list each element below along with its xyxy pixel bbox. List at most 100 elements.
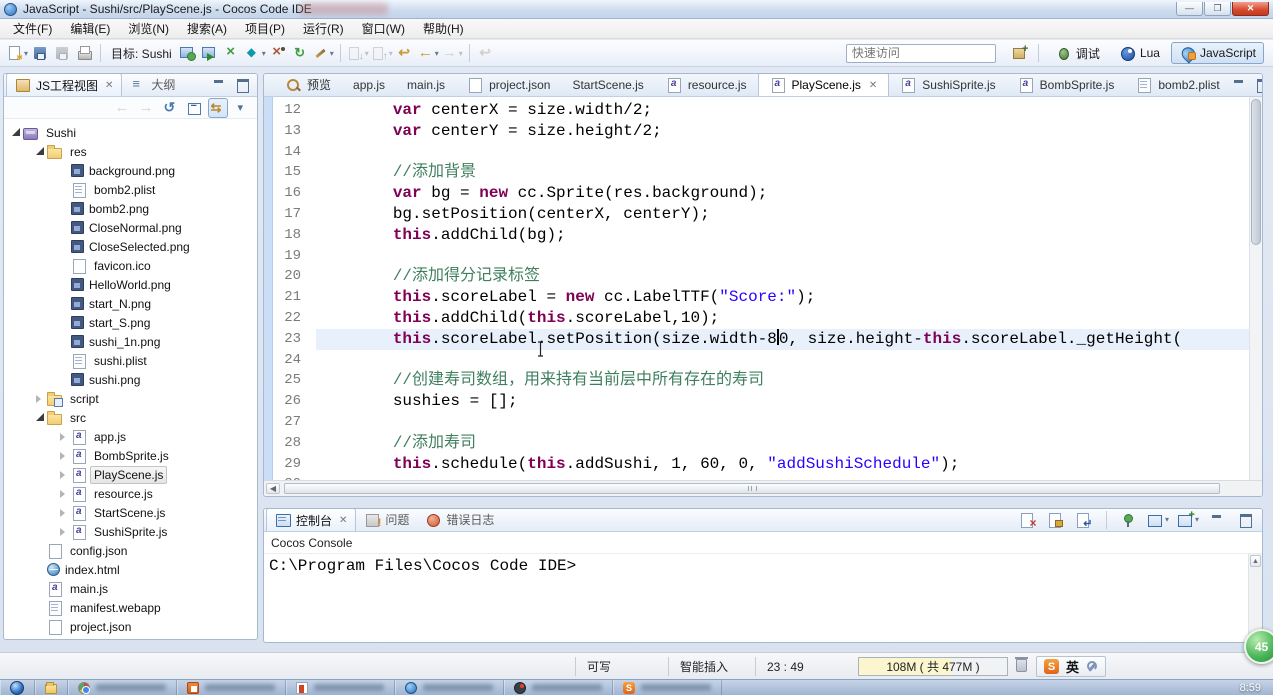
code-line-15[interactable]: //添加背景 (316, 162, 1249, 183)
code-line-25[interactable]: //创建寿司数组，用来持有当前层中所有存在的寿司 (316, 370, 1249, 391)
display-selected-console-button[interactable]: ▾ (1146, 509, 1170, 531)
taskbar-app4-button[interactable] (395, 680, 504, 695)
garbage-collect-icon[interactable] (1016, 659, 1027, 672)
tree-expander[interactable] (58, 490, 70, 498)
editor-tab-project-json[interactable]: project.json (456, 73, 561, 96)
code-line-27[interactable] (316, 412, 1249, 433)
tree-item-script[interactable]: script (4, 389, 257, 408)
perspective-lua[interactable]: Lua (1111, 42, 1168, 64)
code-line-24[interactable] (316, 350, 1249, 371)
forward-button[interactable]: ▾ (440, 42, 464, 64)
editor-tab-sushisprite-js[interactable]: SushiSprite.js (889, 73, 1006, 96)
tree-item-helloworld-png[interactable]: HelloWorld.png (4, 275, 257, 294)
tree-item-sushi[interactable]: Sushi (4, 123, 257, 142)
tree-item-bomb2-png[interactable]: bomb2.png (4, 199, 257, 218)
tree-item-sushi-1n-png[interactable]: sushi_1n.png (4, 332, 257, 351)
code-line-17[interactable]: bg.setPosition(centerX, centerY); (316, 204, 1249, 225)
last-edit-location-button[interactable] (394, 42, 416, 64)
tree-expander[interactable] (58, 528, 70, 536)
tree-expander[interactable] (58, 471, 70, 479)
code-line-16[interactable]: var bg = new cc.Sprite(res.background); (316, 183, 1249, 204)
tree-item-project-json[interactable]: project.json (4, 617, 257, 636)
tree-item-manifest-webapp[interactable]: manifest.webapp (4, 598, 257, 617)
print-button[interactable] (73, 42, 95, 64)
run-button[interactable]: ▾ (243, 42, 267, 64)
next-annotation-button[interactable]: ▾ (346, 42, 370, 64)
code-area[interactable]: var centerX = size.width/2; var centerY … (308, 97, 1249, 480)
tree-expander[interactable] (34, 395, 46, 403)
quick-access-input[interactable] (846, 44, 996, 63)
scroll-left-arrow[interactable]: ◀ (266, 483, 280, 494)
menubar-item[interactable]: 编辑(E) (61, 17, 119, 40)
resume-button[interactable] (289, 42, 311, 64)
console-tab-问题[interactable]: 问题 (356, 508, 417, 531)
ime-settings-icon[interactable] (1086, 661, 1098, 673)
scroll-lock-button[interactable] (1045, 509, 1067, 531)
code-line-26[interactable]: sushies = []; (316, 391, 1249, 412)
tree-expander[interactable] (58, 509, 70, 517)
clear-console-button[interactable] (1017, 509, 1039, 531)
tree-item-app-js[interactable]: app.js (4, 427, 257, 446)
editor-horizontal-scrollbar[interactable]: ◀ (264, 480, 1262, 496)
taskbar-app5-button[interactable] (504, 680, 613, 695)
explorer-refresh-button[interactable] (160, 98, 180, 118)
run-on-device-button[interactable] (199, 42, 221, 64)
save-all-button[interactable] (51, 42, 73, 64)
tree-item-resource-js[interactable]: resource.js (4, 484, 257, 503)
close-icon[interactable]: ✕ (339, 515, 347, 526)
pin-console-button[interactable] (1118, 509, 1140, 531)
explorer-forward-button[interactable] (136, 98, 156, 118)
code-line-12[interactable]: var centerX = size.width/2; (316, 100, 1249, 121)
tree-item-config-json[interactable]: config.json (4, 541, 257, 560)
minimize-view-icon[interactable] (211, 77, 228, 93)
speed-ball-overlay[interactable]: 45 (1244, 629, 1273, 664)
code-line-22[interactable]: this.addChild(this.scoreLabel,10); (316, 308, 1249, 329)
code-line-20[interactable]: //添加得分记录标签 (316, 266, 1249, 287)
explorer-back-button[interactable] (112, 98, 132, 118)
scrollbar-thumb[interactable] (284, 483, 1220, 494)
editor-tab-startscene-js[interactable]: StartScene.js (561, 73, 654, 96)
editor-tab-bombsprite-js[interactable]: BombSprite.js (1007, 73, 1126, 96)
back-button[interactable]: ▾ (416, 42, 440, 64)
menubar-item[interactable]: 浏览(N) (119, 17, 178, 40)
tree-item-closeselected-png[interactable]: CloseSelected.png (4, 237, 257, 256)
ime-language-indicator[interactable]: 英 (1066, 657, 1079, 676)
open-console-button[interactable]: ▾ (1176, 509, 1200, 531)
tree-item-src[interactable]: src (4, 408, 257, 427)
close-icon[interactable]: ✕ (869, 80, 877, 91)
annotation-ruler[interactable] (264, 97, 273, 480)
code-line-23[interactable]: this.scoreLabel.setPosition(size.width-8… (316, 329, 1249, 350)
restore-window-button[interactable]: ❐ (1204, 2, 1231, 16)
tree-item-res[interactable]: res (4, 142, 257, 161)
disconnect-button[interactable] (221, 42, 243, 64)
tree-item-closenormal-png[interactable]: CloseNormal.png (4, 218, 257, 237)
maximize-view-icon[interactable] (1254, 77, 1263, 93)
tree-item-background-png[interactable]: background.png (4, 161, 257, 180)
tab-js-project-view[interactable]: JS工程视图 ✕ (6, 73, 122, 96)
scrollbar-thumb[interactable] (1251, 99, 1261, 245)
taskbar-explorer-button[interactable] (35, 680, 68, 695)
view-menu-button[interactable] (232, 98, 252, 118)
code-line-19[interactable] (316, 246, 1249, 267)
link-with-editor-button[interactable] (208, 98, 228, 118)
code-line-28[interactable]: //添加寿司 (316, 433, 1249, 454)
taskbar-app3-button[interactable] (286, 680, 395, 695)
taskbar-clock[interactable]: 8:59 (1228, 682, 1273, 694)
maximize-view-icon[interactable] (234, 77, 251, 93)
perspective-debug[interactable]: 调试 (1047, 42, 1108, 65)
menubar-item[interactable]: 文件(F) (4, 17, 61, 40)
tree-item-favicon-ico[interactable]: favicon.ico (4, 256, 257, 275)
tree-item-sushi-png[interactable]: sushi.png (4, 370, 257, 389)
sogou-ime-icon[interactable]: S (1044, 659, 1059, 674)
tree-item-start-n-png[interactable]: start_N.png (4, 294, 257, 313)
scroll-up-arrow[interactable]: ▲ (1250, 555, 1261, 567)
console-output[interactable]: C:\Program Files\Cocos Code IDE> (264, 554, 1262, 575)
new-wizard-button[interactable]: ▾ (5, 42, 29, 64)
start-button[interactable] (0, 680, 35, 695)
minimize-view-icon[interactable] (1231, 77, 1248, 93)
editor-vertical-scrollbar[interactable] (1249, 97, 1262, 480)
menubar-item[interactable]: 窗口(W) (353, 17, 414, 40)
tree-item-sushisprite-js[interactable]: SushiSprite.js (4, 522, 257, 541)
menubar-item[interactable]: 帮助(H) (414, 17, 473, 40)
minimize-view-button[interactable] (1206, 509, 1228, 531)
